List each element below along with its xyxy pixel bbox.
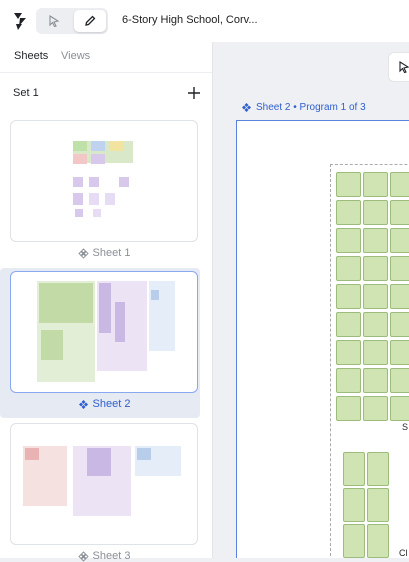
room-cell[interactable]: [390, 228, 409, 253]
group-label-cl: Cl: [399, 548, 408, 558]
room-cell[interactable]: [363, 284, 388, 309]
sheet-label-2[interactable]: Sheet 2: [6, 398, 202, 410]
room-cell[interactable]: [367, 452, 389, 486]
sheet-thumbnail-1[interactable]: [10, 120, 198, 242]
room-cell[interactable]: [363, 312, 388, 337]
room-cell[interactable]: [390, 172, 409, 197]
room-cell[interactable]: [363, 228, 388, 253]
canvas[interactable]: Sheet 2 • Program 1 of 3 S Cl: [213, 42, 409, 558]
component-icon: [242, 103, 251, 112]
room-cell[interactable]: [336, 200, 361, 225]
sheets-panel: Sheets Views Set 1 Sheet 1 Sheet 2 Sheet…: [0, 42, 213, 562]
room-cell[interactable]: [343, 452, 365, 486]
room-cell[interactable]: [367, 524, 389, 558]
sheet-thumbnail-2[interactable]: [10, 271, 198, 393]
component-icon: [78, 399, 88, 409]
room-cell[interactable]: [363, 172, 388, 197]
plus-icon[interactable]: [186, 85, 202, 101]
room-cell[interactable]: [343, 524, 365, 558]
tab-sheets[interactable]: Sheets: [14, 50, 48, 62]
room-cell[interactable]: [336, 396, 361, 421]
room-cell[interactable]: [390, 340, 409, 365]
tab-views[interactable]: Views: [61, 50, 90, 62]
room-cell[interactable]: [363, 200, 388, 225]
component-icon: [77, 550, 89, 562]
room-cell[interactable]: [363, 340, 388, 365]
room-cell[interactable]: [367, 488, 389, 522]
group-label-s: S: [402, 422, 409, 432]
cursor-pointer-icon: [49, 15, 60, 28]
room-cell[interactable]: [363, 396, 388, 421]
pencil-icon: [85, 15, 96, 26]
edit-mode-button[interactable]: [74, 10, 106, 32]
top-bar: 6-Story High School, Corv...: [0, 0, 409, 43]
room-cell[interactable]: [336, 312, 361, 337]
room-cell[interactable]: [363, 256, 388, 281]
room-cell[interactable]: [336, 172, 361, 197]
room-cell[interactable]: [336, 368, 361, 393]
room-cell[interactable]: [390, 284, 409, 309]
canvas-tool-button[interactable]: [388, 52, 409, 82]
room-cell[interactable]: [390, 312, 409, 337]
sheet-label-text-3: Sheet 3: [92, 550, 131, 562]
room-cell[interactable]: [336, 228, 361, 253]
sheet-label-3[interactable]: Sheet 3: [6, 550, 202, 562]
sheet-frame-label-text: Sheet 2 • Program 1 of 3: [256, 102, 366, 113]
room-cell[interactable]: [390, 396, 409, 421]
room-cell[interactable]: [363, 368, 388, 393]
app-logo-icon[interactable]: [10, 10, 30, 32]
sheet-thumbnail-3[interactable]: [10, 423, 198, 545]
cursor-pointer-icon: [399, 61, 409, 74]
mode-toggle: [36, 8, 108, 34]
component-icon: [77, 247, 89, 259]
room-cell[interactable]: [336, 256, 361, 281]
sheet-label-text-1: Sheet 1: [92, 247, 131, 259]
room-cell[interactable]: [343, 488, 365, 522]
select-mode-button[interactable]: [38, 10, 70, 32]
set-label: Set 1: [13, 87, 39, 99]
room-cell[interactable]: [390, 200, 409, 225]
sheet-frame-label[interactable]: Sheet 2 • Program 1 of 3: [241, 102, 366, 113]
document-title[interactable]: 6-Story High School, Corv...: [122, 14, 258, 26]
room-cell[interactable]: [336, 284, 361, 309]
sheet-label-text-2: Sheet 2: [92, 398, 131, 410]
panel-tabs: Sheets Views: [0, 42, 212, 73]
sheet-label-1[interactable]: Sheet 1: [6, 247, 202, 259]
room-cell[interactable]: [390, 368, 409, 393]
room-cell[interactable]: [390, 256, 409, 281]
room-cell[interactable]: [336, 340, 361, 365]
